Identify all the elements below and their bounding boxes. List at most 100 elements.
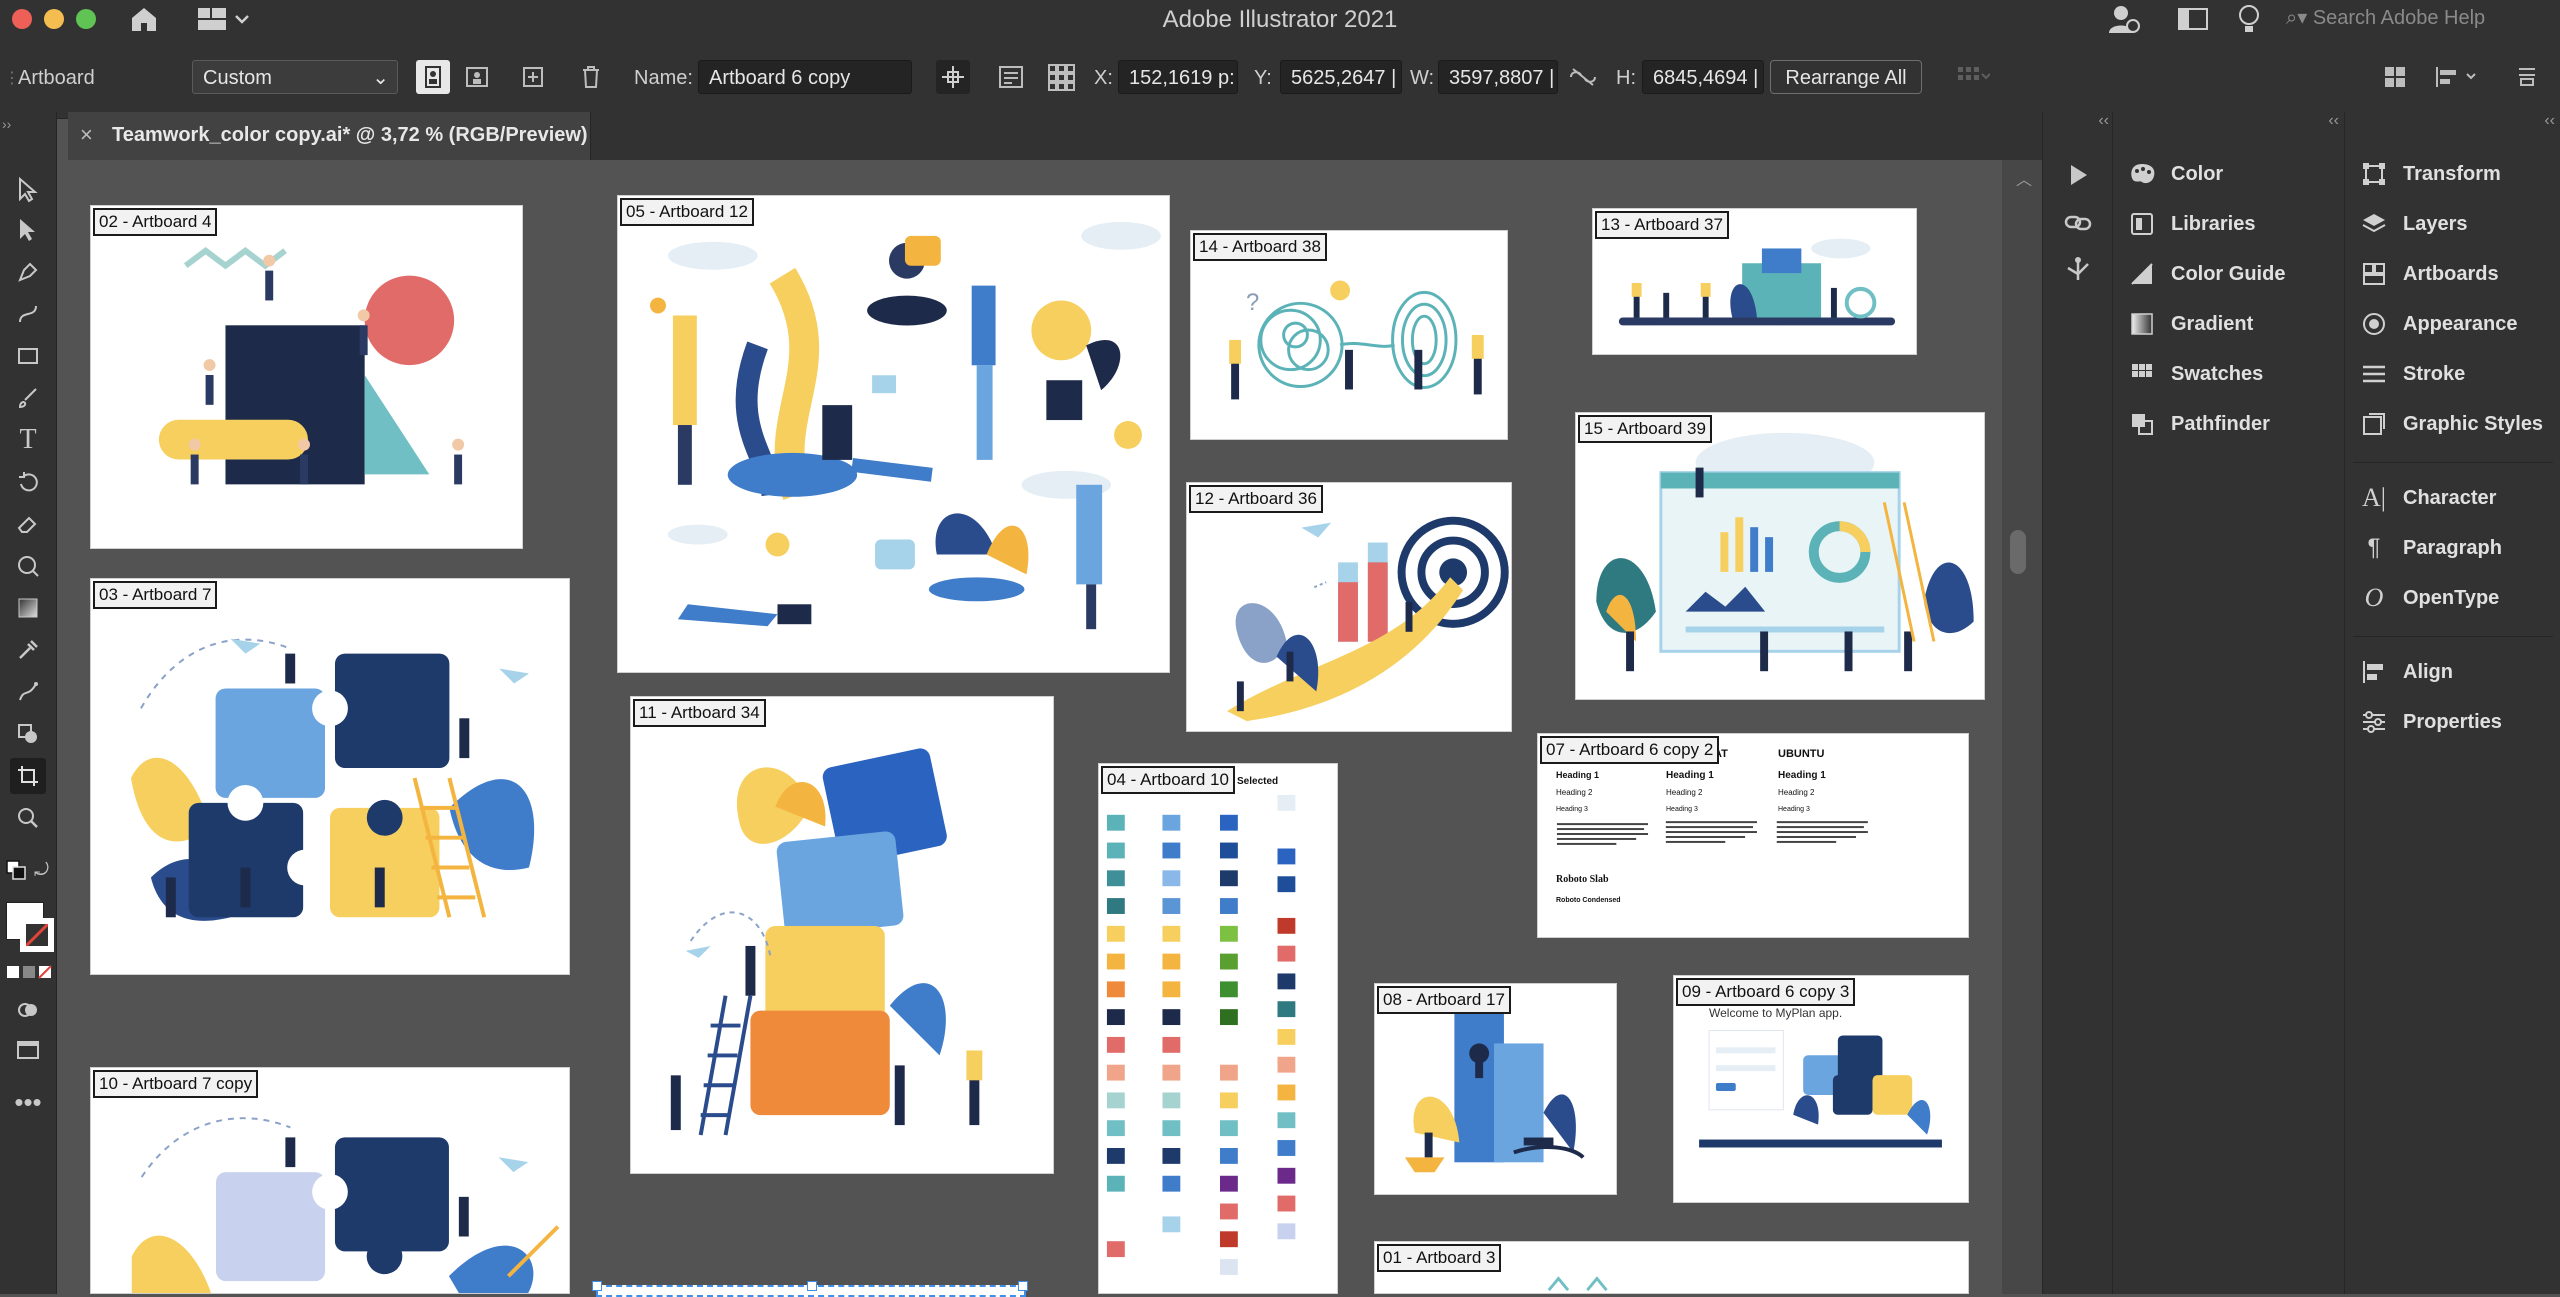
trash-icon[interactable] (574, 60, 608, 94)
lightbulb-icon[interactable] (2234, 3, 2264, 35)
artboard-03[interactable]: 03 - Artboard 7 (90, 578, 570, 975)
panel-toggle-icon[interactable] (2176, 5, 2210, 33)
artboard-13[interactable]: 13 - Artboard 37 (1592, 208, 1917, 355)
scroll-up-icon[interactable]: ︿ (2016, 166, 2032, 190)
reference-point-icon[interactable] (1044, 60, 1078, 94)
new-artboard-icon[interactable] (516, 60, 550, 94)
more-tools-icon[interactable]: ••• (10, 1084, 46, 1120)
vertical-scrollbar[interactable]: ︿ (2002, 160, 2042, 1294)
resize-handle[interactable] (1018, 1281, 1028, 1291)
account-icon[interactable] (2106, 3, 2140, 35)
preset-select[interactable]: Custom ⌄ (192, 60, 398, 94)
y-field[interactable]: 5625,2647 | (1280, 60, 1402, 94)
swap-colors-icon[interactable]: ⤾ (34, 860, 54, 880)
selected-artboard[interactable] (592, 1281, 1028, 1297)
minimize-window-button[interactable] (44, 9, 64, 29)
stroke-color-swatch[interactable] (20, 918, 54, 952)
collapse-icon[interactable]: ‹‹ (2544, 112, 2555, 130)
artboards-panel-button[interactable]: Artboards (2359, 254, 2499, 294)
maximize-window-button[interactable] (76, 9, 96, 29)
appearance-panel-button[interactable]: Appearance (2359, 304, 2518, 344)
paintbrush-tool-icon[interactable] (10, 380, 46, 416)
warp-tool-icon[interactable] (10, 548, 46, 584)
paragraph-panel-button[interactable]: ¶ Paragraph (2359, 528, 2502, 568)
home-icon[interactable] (128, 4, 160, 34)
rotate-tool-icon[interactable] (10, 464, 46, 500)
grip-icon[interactable]: ⋮ (4, 68, 20, 88)
canvas[interactable]: 02 - Artboard 4 05 - Artboard 12 ? 14 - … (68, 160, 2002, 1297)
document-tab[interactable]: × Teamwork_color copy.ai* @ 3,72 % (RGB/… (68, 112, 591, 160)
collapse-icon[interactable]: ‹‹ (2328, 112, 2339, 130)
align-grid-icon[interactable] (1956, 60, 1990, 94)
screen-mode-icon[interactable] (10, 1032, 46, 1068)
align-options-icon[interactable] (2430, 60, 2486, 94)
artboard-name-field[interactable]: Artboard 6 copy (698, 60, 912, 94)
puppet-pins-icon[interactable] (2063, 254, 2093, 284)
character-panel-button[interactable]: A| Character (2359, 478, 2496, 518)
artboard-01[interactable]: 01 - Artboard 3 (1374, 1241, 1969, 1294)
close-tab-icon[interactable]: × (80, 122, 93, 148)
close-window-button[interactable] (12, 9, 32, 29)
x-field[interactable]: 152,1619 p: (1118, 60, 1238, 94)
resize-handle[interactable] (807, 1281, 817, 1291)
artboard-08[interactable]: 08 - Artboard 17 (1374, 983, 1617, 1195)
artboard-options-icon[interactable] (994, 60, 1028, 94)
resize-handle[interactable] (592, 1281, 602, 1291)
artboard-15[interactable]: 15 - Artboard 39 (1575, 412, 1985, 700)
graphic-styles-panel-button[interactable]: Graphic Styles (2359, 404, 2543, 444)
shape-builder-tool-icon[interactable] (10, 716, 46, 752)
transform-panel-button[interactable]: Transform (2359, 154, 2501, 194)
rectangle-tool-icon[interactable] (10, 338, 46, 374)
actions-play-icon[interactable] (2063, 160, 2093, 190)
h-field[interactable]: 6845,4694 | (1642, 60, 1764, 94)
artboard-10[interactable]: 10 - Artboard 7 copy (90, 1067, 570, 1294)
move-artwork-with-artboard-icon[interactable] (936, 60, 970, 94)
drawing-modes-icon[interactable] (10, 992, 46, 1028)
collapse-icon[interactable]: ‹‹ (2098, 112, 2109, 130)
scrollbar-thumb[interactable] (2010, 530, 2026, 574)
artboard-05[interactable]: 05 - Artboard 12 (617, 195, 1170, 673)
landscape-orientation-icon[interactable] (460, 60, 494, 94)
collapse-icon[interactable]: ›› (2, 116, 11, 132)
artboard-09[interactable]: Welcome to MyPlan app. 09 - Artboard 6 c… (1673, 975, 1969, 1203)
puppet-warp-tool-icon[interactable] (10, 674, 46, 710)
color-mode-icons[interactable] (6, 964, 54, 980)
opentype-panel-button[interactable]: O OpenType (2359, 578, 2500, 618)
artboard-07[interactable]: RAT UBUNTU Heading 1 Heading 1 Heading 1… (1537, 733, 1969, 938)
arrange-documents-icon[interactable] (2378, 60, 2412, 94)
artboard-12[interactable]: 12 - Artboard 36 (1186, 482, 1512, 732)
color-panel-button[interactable]: Color (2127, 154, 2223, 194)
default-colors-icon[interactable] (6, 860, 26, 880)
artboard-04[interactable]: Selected 04 - Artboard 10 (1098, 763, 1338, 1294)
gradient-panel-button[interactable]: Gradient (2127, 304, 2253, 344)
gradient-tool-icon[interactable] (10, 590, 46, 626)
artboard-02[interactable]: 02 - Artboard 4 (90, 205, 523, 549)
curvature-tool-icon[interactable] (10, 296, 46, 332)
eyedropper-tool-icon[interactable] (10, 632, 46, 668)
artboard-tool-icon[interactable] (10, 758, 46, 794)
type-tool-icon[interactable]: T (10, 422, 46, 458)
swatches-panel-button[interactable]: Swatches (2127, 354, 2263, 394)
artboard-14[interactable]: ? 14 - Artboard 38 (1190, 230, 1508, 440)
stroke-panel-button[interactable]: Stroke (2359, 354, 2465, 394)
eraser-tool-icon[interactable] (10, 506, 46, 542)
color-guide-panel-button[interactable]: Color Guide (2127, 254, 2285, 294)
search-input[interactable]: ⌕▾ Search Adobe Help (2286, 4, 2548, 32)
direct-selection-tool-icon[interactable] (10, 212, 46, 248)
artboard-11[interactable]: 11 - Artboard 34 (630, 696, 1054, 1174)
link-proportions-icon[interactable] (1566, 60, 1600, 94)
workspace-switcher-icon[interactable] (196, 4, 252, 34)
links-icon[interactable] (2063, 208, 2093, 238)
libraries-panel-button[interactable]: Libraries (2127, 204, 2255, 244)
selection-tool-icon[interactable] (10, 172, 46, 208)
align-panel-button[interactable]: Align (2359, 652, 2453, 692)
w-field[interactable]: 3597,8807 | (1438, 60, 1558, 94)
rearrange-all-button[interactable]: Rearrange All (1770, 60, 1922, 94)
properties-panel-button[interactable]: Properties (2359, 702, 2502, 742)
layers-panel-button[interactable]: Layers (2359, 204, 2468, 244)
pen-tool-icon[interactable] (10, 254, 46, 290)
zoom-tool-icon[interactable] (10, 800, 46, 836)
portrait-orientation-icon[interactable] (416, 60, 450, 94)
pathfinder-panel-button[interactable]: Pathfinder (2127, 404, 2270, 444)
control-bar-menu-icon[interactable] (2510, 60, 2544, 94)
